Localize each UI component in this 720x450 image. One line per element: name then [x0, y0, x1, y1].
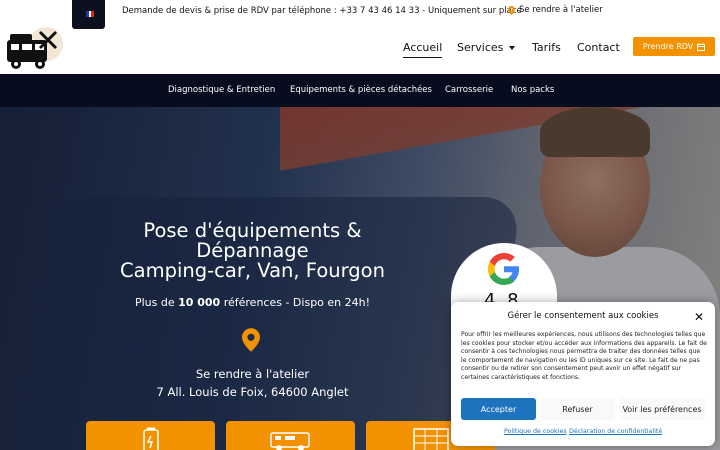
cookie-preferences-button[interactable]: Voir les préférences	[619, 398, 705, 420]
hero-subtitle-post: références - Dispo en 24h!	[220, 296, 371, 309]
top-info-bar: Demande de devis & prise de RDV par télé…	[0, 0, 720, 29]
hero-subtitle: Plus de 10 000 références - Dispo en 24h…	[90, 296, 415, 309]
phone-info-text: Demande de devis & prise de RDV par télé…	[122, 6, 522, 16]
hero-title-line2: Dépannage	[196, 239, 309, 262]
hero-title-line3: Camping-car, Van, Fourgon	[120, 259, 385, 282]
nav-tarifs[interactable]: Tarifs	[532, 41, 561, 54]
cookie-consent-dialog: Gérer le consentement aux cookies ✕ Pour…	[451, 302, 715, 446]
hero-title-line1: Pose d'équipements &	[143, 219, 362, 242]
service-card-campervan[interactable]	[226, 421, 355, 450]
battery-icon	[142, 427, 159, 450]
camper-logo[interactable]	[4, 26, 64, 72]
cookie-dialog-body: Pour offrir les meilleures expériences, …	[461, 331, 707, 381]
privacy-statement-link[interactable]: Déclaration de confidentialité	[569, 428, 662, 435]
hero-subtitle-bold: 10 000	[178, 296, 221, 309]
book-appointment-label: Prendre RDV	[642, 42, 694, 51]
hero-subtitle-pre: Plus de	[134, 296, 179, 309]
map-link-label: Se rendre à l'atelier	[519, 5, 603, 15]
services-subnav: Diagnostique & Entretien Equipements & p…	[0, 74, 720, 107]
map-pin-icon	[242, 328, 260, 352]
cookie-dialog-title: Gérer le consentement aux cookies	[507, 311, 659, 321]
calendar-icon	[697, 42, 706, 51]
subnav-packs[interactable]: Nos packs	[511, 85, 554, 95]
subnav-equipements[interactable]: Equipements & pièces détachées	[290, 85, 432, 95]
chevron-down-icon	[509, 45, 516, 50]
language-switcher[interactable]	[72, 0, 105, 29]
service-card-battery[interactable]	[86, 421, 215, 450]
accept-cookies-button[interactable]: Accepter	[461, 398, 536, 420]
cookie-policy-link[interactable]: Politique de cookies	[504, 428, 567, 435]
solar-panel-icon	[412, 428, 449, 450]
map-link[interactable]: Se rendre à l'atelier	[508, 5, 603, 15]
hero-title: Pose d'équipements & Dépannage Camping-c…	[90, 221, 415, 281]
hero-address: 7 All. Louis de Foix, 64600 Anglet	[156, 385, 349, 399]
nav-accueil[interactable]: Accueil	[403, 41, 443, 58]
french-flag-icon	[86, 11, 95, 17]
nav-contact[interactable]: Contact	[577, 41, 620, 54]
hero-address-title[interactable]: Se rendre à l'atelier	[90, 367, 415, 381]
google-logo-icon	[488, 253, 519, 285]
book-appointment-button[interactable]: Prendre RDV	[633, 37, 715, 56]
nav-services-label: Services	[457, 41, 504, 54]
close-icon[interactable]: ✕	[694, 310, 704, 324]
subnav-diagnostique[interactable]: Diagnostique & Entretien	[168, 85, 275, 95]
nav-services[interactable]: Services	[457, 41, 516, 54]
map-pin-icon	[508, 5, 515, 15]
subnav-carrosserie[interactable]: Carrosserie	[445, 85, 493, 95]
campervan-icon	[269, 432, 310, 450]
refuse-cookies-button[interactable]: Refuser	[540, 398, 615, 420]
